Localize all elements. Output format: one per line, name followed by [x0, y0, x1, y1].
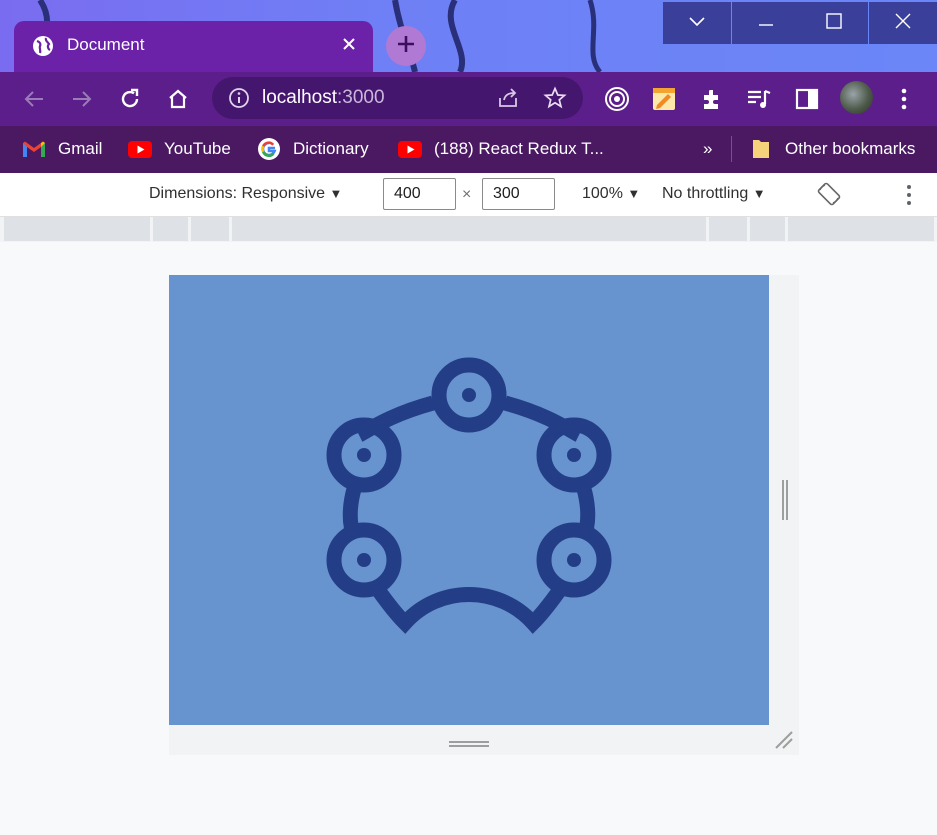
globe-icon: [32, 35, 54, 62]
sidepanel-icon[interactable]: [794, 86, 820, 112]
dimensions-dropdown[interactable]: Dimensions: Responsive ▼: [149, 185, 342, 203]
zoom-label: 100%: [582, 185, 623, 202]
info-icon[interactable]: [228, 87, 250, 114]
overflow-icon: »: [703, 139, 713, 158]
more-options-icon[interactable]: [906, 184, 912, 211]
resize-handle-right[interactable]: [780, 480, 790, 520]
puzzle-icon[interactable]: [699, 86, 725, 112]
tab-document[interactable]: Document: [14, 21, 373, 72]
tab-title: Document: [67, 35, 145, 54]
bookmark-youtube[interactable]: YouTube: [128, 135, 231, 163]
close-window-button[interactable]: [869, 2, 937, 44]
resize-handle-bottom[interactable]: [449, 736, 489, 747]
media-icon[interactable]: [746, 86, 772, 112]
resize-handle-corner[interactable]: [774, 730, 794, 750]
minimize-icon: [758, 14, 774, 32]
bookmark-label: Dictionary: [293, 139, 369, 158]
maximize-button[interactable]: [800, 2, 868, 44]
back-icon[interactable]: [21, 86, 47, 112]
dropdown-arrow-icon: ▼: [752, 186, 766, 201]
height-input[interactable]: [482, 178, 555, 210]
bookmark-label: YouTube: [164, 139, 231, 158]
throttling-dropdown[interactable]: No throttling ▼: [662, 185, 766, 203]
media-query-segment[interactable]: [4, 217, 150, 241]
extension-record-icon[interactable]: [604, 86, 630, 112]
url-port: :3000: [337, 87, 385, 108]
page-content: [169, 275, 769, 725]
avatar[interactable]: [840, 81, 873, 114]
folder-icon: [749, 139, 773, 159]
kebab-icon[interactable]: [891, 86, 917, 112]
other-bookmarks-label: Other bookmarks: [785, 139, 916, 158]
bookmark-label: Gmail: [58, 139, 103, 158]
dimension-separator: ×: [462, 186, 472, 203]
maximize-icon: [826, 12, 842, 34]
bookmarks-overflow-button[interactable]: »: [703, 135, 712, 163]
close-tab-icon[interactable]: [338, 33, 360, 55]
youtube-icon: [398, 139, 422, 159]
plus-icon: [396, 34, 416, 59]
title-bar: Document: [0, 0, 937, 72]
chevron-down-icon: [689, 14, 705, 32]
url-host: localhost: [262, 87, 337, 108]
media-query-segment[interactable]: [232, 217, 706, 241]
bookmark-gmail[interactable]: Gmail: [22, 135, 102, 163]
forward-icon[interactable]: [69, 86, 95, 112]
minimize-button[interactable]: [732, 2, 800, 44]
media-query-bar: [0, 217, 937, 242]
bookmark-dictionary[interactable]: Dictionary: [257, 135, 369, 163]
home-icon[interactable]: [165, 86, 191, 112]
youtube-icon: [128, 139, 152, 159]
tab-search-button[interactable]: [663, 2, 731, 44]
dropdown-arrow-icon: ▼: [329, 186, 343, 201]
rotate-icon[interactable]: [817, 182, 841, 211]
bookmark-react-redux[interactable]: (188) React Redux T...: [398, 135, 604, 163]
bookmarks-divider: [731, 136, 732, 162]
device-toolbar: Dimensions: Responsive ▼ × 100% ▼ No thr…: [0, 173, 937, 217]
gmail-icon: [22, 139, 46, 159]
notes-icon[interactable]: [651, 86, 677, 112]
bookmarks-bar: Gmail YouTube Dictionary (188) React Red…: [0, 126, 937, 173]
throttling-label: No throttling: [662, 185, 749, 202]
media-query-segment[interactable]: [191, 217, 229, 241]
media-query-segment[interactable]: [750, 217, 785, 241]
media-query-segment[interactable]: [153, 217, 188, 241]
browser-toolbar: localhost:3000: [0, 72, 937, 126]
media-query-segment[interactable]: [788, 217, 934, 241]
google-icon: [257, 138, 281, 160]
media-query-segment[interactable]: [709, 217, 747, 241]
dimensions-label: Dimensions: Responsive: [149, 185, 326, 202]
network-nodes-icon: [326, 357, 612, 634]
dropdown-arrow-icon: ▼: [627, 186, 641, 201]
share-icon[interactable]: [496, 86, 520, 115]
close-icon: [895, 13, 911, 34]
width-input[interactable]: [383, 178, 456, 210]
zoom-dropdown[interactable]: 100% ▼: [582, 185, 640, 203]
reload-icon[interactable]: [117, 86, 143, 112]
address-bar[interactable]: localhost:3000: [212, 77, 583, 119]
url-text: localhost:3000: [262, 87, 385, 109]
bookmark-label: (188) React Redux T...: [434, 139, 604, 158]
other-bookmarks-folder[interactable]: Other bookmarks: [749, 135, 915, 163]
star-icon[interactable]: [543, 86, 567, 115]
new-tab-button[interactable]: [386, 26, 426, 66]
